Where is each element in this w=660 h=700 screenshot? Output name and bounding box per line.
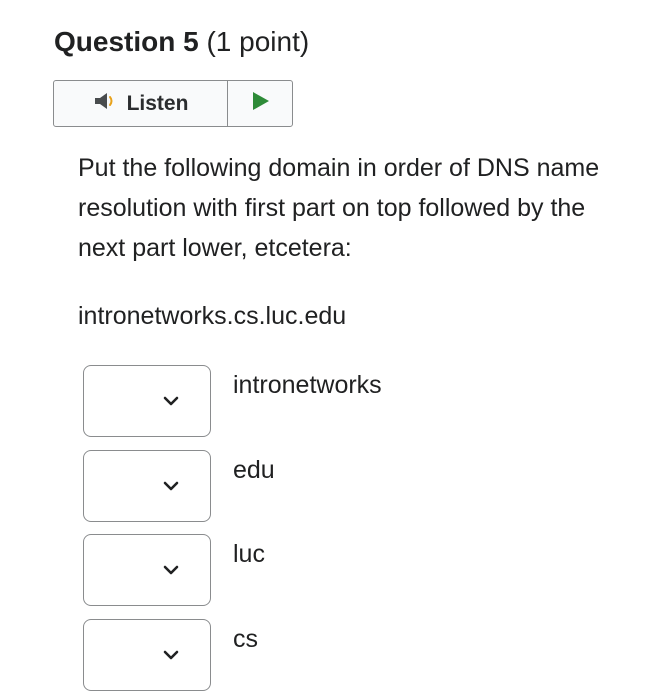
chevron-down-icon	[162, 479, 180, 497]
question-prompt: Put the following domain in order of DNS…	[78, 154, 600, 262]
order-select-2[interactable]	[83, 449, 211, 522]
order-item-label: luc	[233, 540, 265, 568]
listen-label: Listen	[126, 91, 189, 115]
order-item-label: edu	[233, 455, 275, 484]
chevron-down-icon	[162, 394, 180, 412]
order-select-1[interactable]	[83, 365, 211, 437]
listen-toolbar: Listen	[53, 80, 293, 127]
listen-button[interactable]: Listen	[54, 81, 228, 126]
domain-name: intronetworks.cs.luc.edu	[78, 302, 347, 330]
chevron-down-icon	[162, 648, 180, 666]
question-heading: Question 5 (1 point)	[54, 24, 309, 60]
order-item-label: cs	[233, 624, 258, 653]
order-select-4[interactable]	[83, 618, 211, 691]
chevron-down-icon	[162, 563, 180, 581]
play-button[interactable]	[228, 81, 292, 126]
play-icon	[250, 91, 270, 116]
speaker-icon	[93, 90, 119, 117]
question-title: Question 5	[54, 26, 199, 57]
question-page: Question 5 (1 point) Listen Put the foll…	[0, 0, 660, 700]
order-select-3[interactable]	[83, 534, 211, 606]
question-points: (1 point)	[206, 26, 310, 57]
order-item-label: intronetworks	[233, 371, 382, 399]
